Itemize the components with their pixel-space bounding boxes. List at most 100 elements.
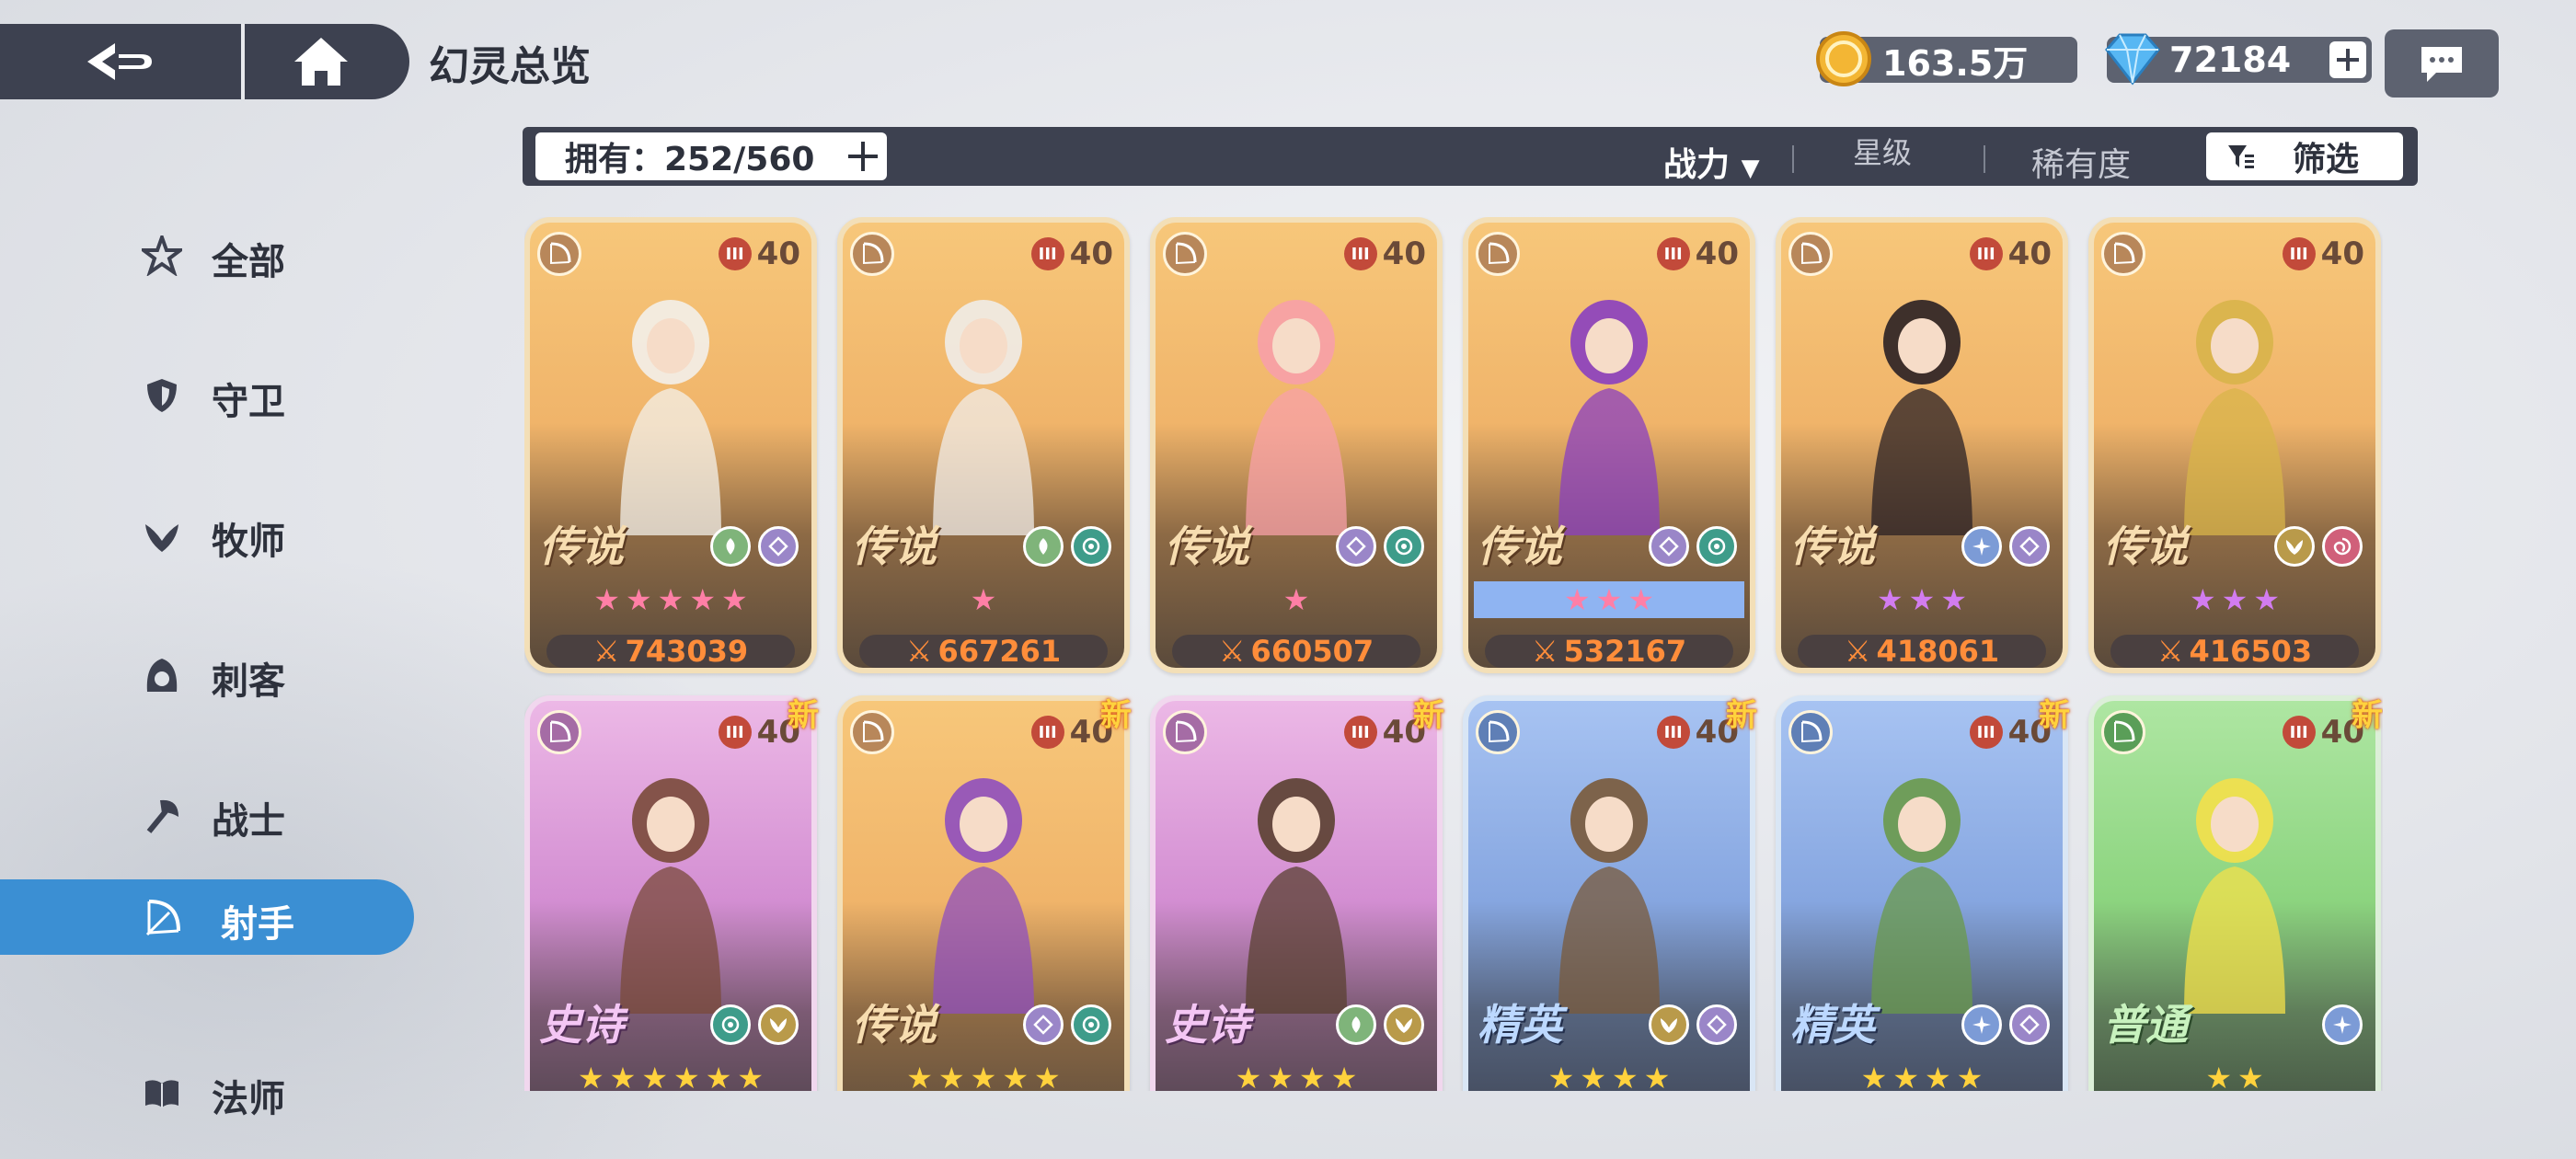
sort-star-button[interactable]: 星级: [1853, 138, 1912, 167]
level-value: 40: [1695, 235, 1739, 272]
sidebar-item-label: 全部: [212, 241, 285, 283]
star-icon: ★: [705, 1061, 732, 1091]
hero-level: III 40: [1969, 235, 2052, 272]
filter-label: 筛选: [2293, 141, 2360, 178]
diamond-icon: [1336, 526, 1376, 567]
home-icon: [294, 38, 348, 86]
star-icon: ★: [1267, 1061, 1294, 1091]
sidebar-item-archer[interactable]: 射手: [0, 879, 414, 955]
sidebar-item-priest[interactable]: 牧师: [0, 497, 414, 572]
power-number: 743039: [625, 634, 749, 668]
rarity-label: 传说: [2103, 522, 2188, 571]
hero-level: III 40: [1656, 235, 1739, 272]
hero-card[interactable]: III 40 精英 ★ ★ ★ ★ 新: [1776, 695, 2070, 1091]
level-value: 40: [756, 235, 800, 272]
sidebar-item-warrior[interactable]: 战士: [0, 776, 414, 852]
hero-level: III 40: [1343, 235, 1426, 272]
sidebar-item-assassin[interactable]: 刺客: [0, 637, 414, 712]
filter-button[interactable]: 筛选: [2206, 132, 2403, 180]
add-gems-button[interactable]: [2329, 41, 2366, 78]
new-badge: 新: [1413, 697, 1444, 734]
star-icon: ★: [906, 1061, 933, 1091]
star-icon: ★: [1002, 1061, 1029, 1091]
new-badge: 新: [788, 697, 819, 734]
level-value: 40: [1069, 235, 1113, 272]
star-icon: ★: [1860, 1061, 1888, 1091]
star-rating: ★: [848, 581, 1119, 618]
hero-portrait: [1246, 300, 1347, 535]
star-icon: ★: [689, 582, 717, 617]
star-icon: ★: [1643, 1061, 1671, 1091]
chat-button[interactable]: [2385, 29, 2499, 98]
element-icons: [1961, 526, 2050, 567]
hero-card[interactable]: III 40 传说 ★ ★ ★ ★ ★ 新: [837, 695, 1132, 1091]
element-icons: [1649, 1004, 1737, 1045]
new-badge: 新: [2039, 697, 2070, 734]
level-badge-icon: III: [718, 237, 752, 270]
back-button[interactable]: [0, 24, 241, 99]
sidebar-item-all[interactable]: 全部: [0, 217, 414, 293]
hero-card[interactable]: III 40 史诗 ★ ★ ★ ★ ★ ★ 新: [524, 695, 819, 1091]
sort-rarity-button[interactable]: 稀有度: [2031, 138, 2131, 186]
star-icon: ★: [1940, 582, 1968, 617]
archer-class-icon: [1163, 232, 1207, 276]
gold-amount: 163.5万: [1882, 42, 2029, 84]
star-icon: ★: [1876, 582, 1903, 617]
owned-count-button[interactable]: 拥有：252/560: [535, 132, 887, 180]
hero-card[interactable]: III 40 史诗 ★ ★ ★ ★ 新: [1150, 695, 1444, 1091]
star-icon: ★: [641, 1061, 668, 1091]
power-value: ⚔ 532167: [1485, 634, 1733, 668]
hero-level: III 40: [1030, 235, 1113, 272]
wing-icon: [2274, 526, 2315, 567]
level-badge-icon: III: [2282, 716, 2316, 749]
star-icon: ★: [1612, 1061, 1639, 1091]
hero-card[interactable]: III 40 传说 ★ ★ ★ ⚔ 418061: [1776, 217, 2068, 673]
wing-icon: [1649, 1004, 1689, 1045]
diamond-icon: [1023, 1004, 1064, 1045]
hero-card[interactable]: III 40 传说 ★ ★ ★ ★ ★ ⚔ 743039: [524, 217, 817, 673]
leaf-icon: [1023, 526, 1064, 567]
hero-card[interactable]: III 40 普通 ★ ★ 新: [2088, 695, 2383, 1091]
element-icons: [1023, 526, 1111, 567]
sidebar-item-mage[interactable]: 法师: [0, 1054, 414, 1130]
hero-card[interactable]: III 40 传说 ★ ⚔ 660507: [1150, 217, 1443, 673]
archer-class-icon: [2101, 710, 2145, 754]
sort-power-button[interactable]: 战力 ▼: [1663, 138, 1760, 186]
hero-portrait: [1246, 778, 1347, 1014]
element-icons: [1023, 1004, 1111, 1045]
archer-class-icon: [1788, 710, 1833, 754]
hero-card[interactable]: III 40 传说 ★ ★ ★ ⚔ 532167: [1463, 217, 1755, 673]
sidebar-item-guard[interactable]: 守卫: [0, 357, 414, 432]
element-icons: [1649, 526, 1737, 567]
card-art: III 40 史诗 ★ ★ ★ ★: [1156, 701, 1437, 1091]
moon-icon: [1384, 526, 1424, 567]
sidebar-item-label: 射手: [221, 903, 294, 946]
star-icon: ★: [1299, 1061, 1326, 1091]
power-value: ⚔ 416503: [2110, 634, 2359, 668]
star-icon: ★: [2205, 1061, 2232, 1091]
star-rating: ★ ★ ★: [1474, 581, 1744, 618]
home-button[interactable]: [241, 24, 397, 99]
card-art: III 40 传说 ★ ★ ★ ⚔ 532167: [1468, 223, 1750, 668]
hero-card[interactable]: III 40 精英 ★ ★ ★ ★ 新: [1463, 695, 1757, 1091]
archer-class-icon: [1163, 710, 1207, 754]
star-icon: ★: [1956, 1061, 1984, 1091]
diamond-icon: [2009, 1004, 2050, 1045]
star-icon: ★: [1925, 1061, 1951, 1091]
rarity-label: 精英: [1790, 1000, 1875, 1050]
power-number: 418061: [1876, 634, 2000, 668]
crossed-swords-icon: ⚔: [905, 634, 933, 668]
hood-icon: [146, 659, 178, 692]
star-icon: ★: [657, 582, 684, 617]
star-icon: ★: [737, 1061, 765, 1091]
axe-icon: [146, 799, 178, 833]
star-icon: ★: [593, 582, 620, 617]
rarity-label: 史诗: [539, 1000, 624, 1050]
sidebar-item-label: 牧师: [212, 521, 285, 563]
star-icon: ★: [970, 582, 997, 617]
diamond-icon: [2009, 526, 2050, 567]
gold-counter: 163.5万: [1816, 31, 2077, 86]
hero-card[interactable]: III 40 传说 ★ ★ ★ ⚔ 416503: [2088, 217, 2381, 673]
hero-card[interactable]: III 40 传说 ★ ⚔ 667261: [837, 217, 1130, 673]
star-rating: ★ ★ ★: [1787, 581, 2057, 618]
